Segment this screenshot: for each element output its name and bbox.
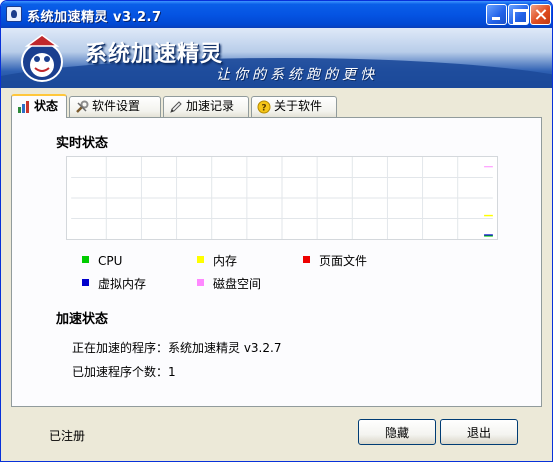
exit-button[interactable]: 退出 (440, 419, 518, 445)
tab-records[interactable]: 加速记录 (163, 96, 249, 117)
legend-virtual-memory-label: 虚拟内存 (98, 277, 147, 291)
acceleration-status-heading: 加速状态 (56, 312, 109, 327)
minimize-button[interactable] (486, 4, 507, 25)
app-icon[interactable] (6, 6, 22, 22)
pencil-icon (170, 101, 182, 113)
current-program-text: 正在加速的程序：系统加速精灵 v3.2.7 (72, 341, 282, 355)
tab-status-label: 状态 (34, 99, 59, 113)
legend-memory-label: 内存 (213, 254, 238, 268)
banner-title: 系统加速精灵 (85, 42, 224, 67)
accelerated-count-text: 已加速程序个数：1 (72, 365, 176, 379)
legend-memory-swatch (197, 256, 204, 263)
legend-virtual-memory-swatch (82, 279, 89, 286)
legend-disk-space-label: 磁盘空间 (213, 277, 262, 291)
status-icon (18, 101, 29, 113)
realtime-status-heading: 实时状态 (56, 136, 109, 151)
header-banner: 系统加速精灵 让你的系统跑的更快 (1, 28, 552, 88)
registration-status: 已注册 (49, 429, 86, 443)
legend-pagefile-swatch (303, 256, 310, 263)
legend-disk-space-swatch (197, 279, 204, 286)
tab-settings-label: 软件设置 (92, 99, 141, 113)
maximize-button[interactable] (508, 4, 529, 25)
mascot-logo-icon (21, 34, 63, 82)
help-icon: ? (257, 100, 271, 114)
tab-settings[interactable]: 软件设置 (69, 96, 161, 117)
banner-slogan: 让你的系统跑的更快 (216, 67, 378, 83)
close-button[interactable] (530, 4, 551, 25)
realtime-graph (66, 156, 498, 240)
legend-cpu-label: CPU (98, 254, 123, 268)
legend-pagefile-label: 页面文件 (319, 254, 368, 268)
svg-text:?: ? (261, 104, 266, 114)
tab-records-label: 加速记录 (186, 99, 235, 113)
status-panel: 实时状态 CPU 内存 页面文件 虚拟内存 磁盘空间 加速状态 正在加速的程序：… (11, 117, 542, 407)
tab-bar: 状态 软件设置 加速记录 ? 关于软件 (11, 94, 551, 118)
hide-button[interactable]: 隐藏 (358, 419, 436, 445)
tab-about-label: 关于软件 (274, 99, 323, 113)
tab-status[interactable]: 状态 (11, 94, 67, 118)
main-window: 系统加速精灵 v3.2.7 系统加速精灵 让你的系统跑的更快 状态 软件设置 加… (0, 0, 553, 462)
window-title: 系统加速精灵 v3.2.7 (27, 10, 162, 25)
title-bar[interactable]: 系统加速精灵 v3.2.7 (1, 1, 552, 28)
tools-icon (76, 100, 89, 113)
tab-about[interactable]: ? 关于软件 (251, 96, 337, 117)
legend-cpu-swatch (82, 256, 89, 263)
